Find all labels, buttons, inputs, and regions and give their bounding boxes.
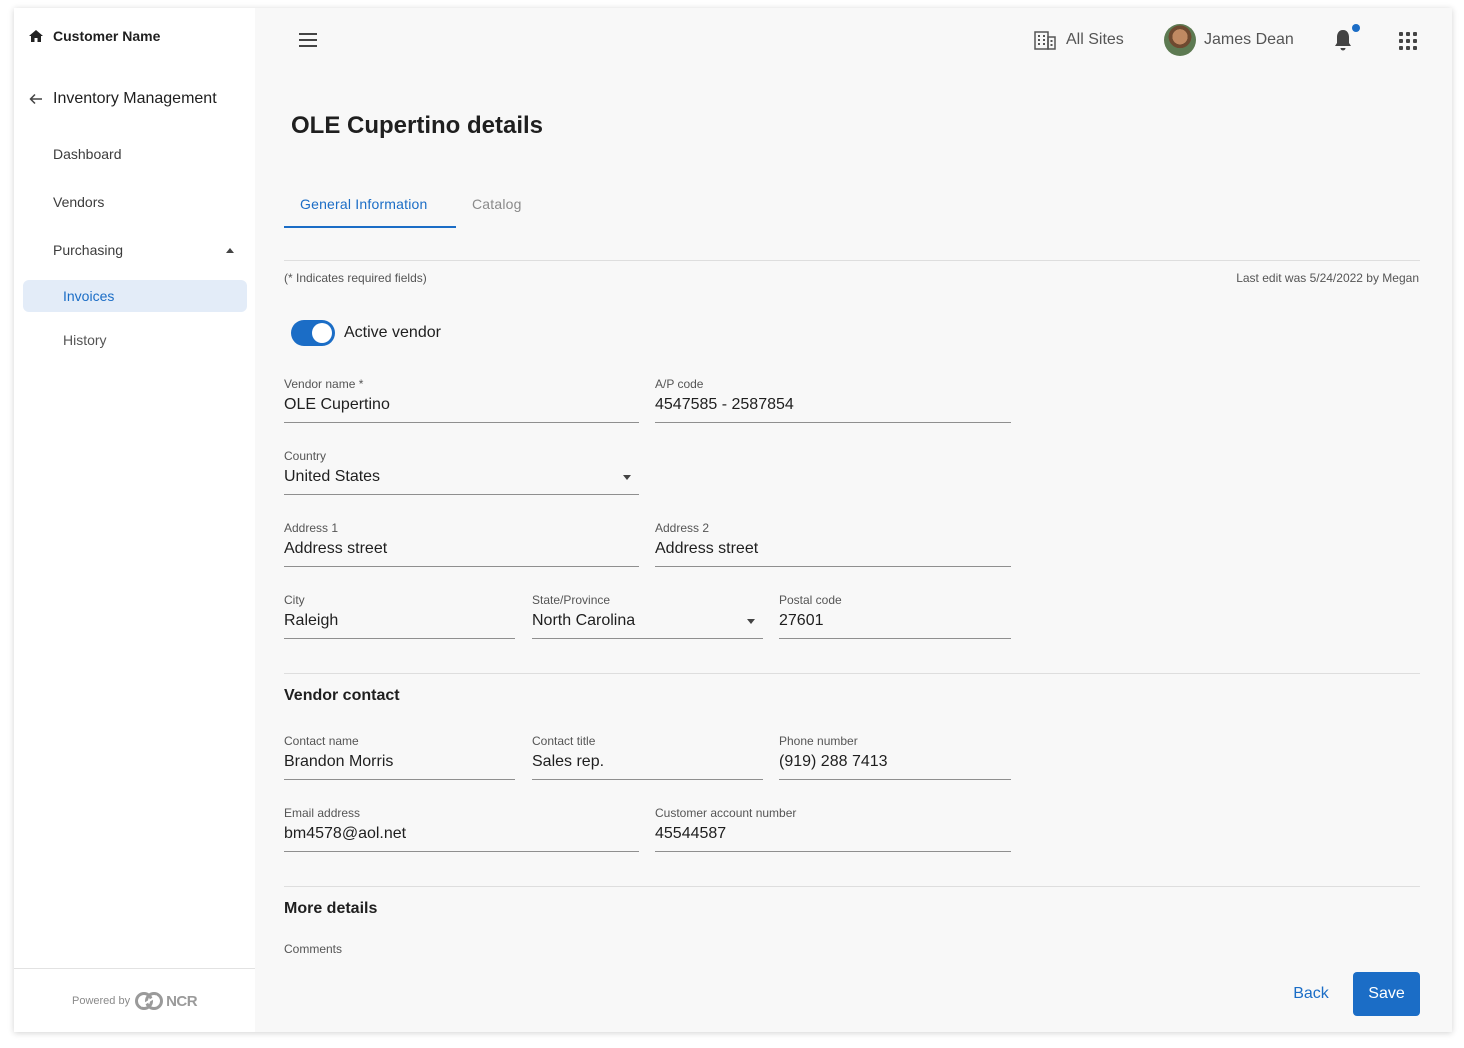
apps-grid-icon[interactable] (1399, 32, 1417, 50)
field-label: State/Province (532, 593, 611, 607)
field-value: OLE Cupertino (284, 396, 390, 413)
contact-name-field[interactable]: Contact name Brandon Morris (284, 734, 515, 780)
sidebar-item-label: Purchasing (53, 242, 124, 258)
chevron-down-icon (747, 619, 755, 624)
field-label: Postal code (779, 593, 842, 607)
field-label: Customer account number (655, 806, 797, 820)
ap-code-field[interactable]: A/P code 4547585 - 2587854 (655, 377, 1011, 423)
notification-bell-icon[interactable] (1332, 28, 1354, 52)
tab-general-information[interactable]: General Information (284, 184, 456, 228)
tab-label: General Information (300, 196, 428, 212)
field-label: Email address (284, 806, 361, 820)
chevron-up-icon (226, 247, 234, 253)
user-menu[interactable]: James Dean (1164, 24, 1294, 56)
divider (284, 886, 1420, 887)
ncr-logo-text: NCR (166, 992, 198, 1010)
field-value: Raleigh (284, 612, 339, 629)
back-button[interactable]: Back (1282, 972, 1340, 1016)
state-select[interactable]: State/Province North Carolina (532, 593, 763, 639)
vendor-contact-heading: Vendor contact (284, 687, 400, 704)
divider (284, 673, 1420, 674)
site-selector[interactable]: All Sites (1034, 30, 1124, 50)
field-value: Address street (655, 540, 759, 557)
field-label: Address 1 (284, 521, 339, 535)
comments-label: Comments (284, 942, 343, 954)
tab-catalog[interactable]: Catalog (472, 196, 522, 212)
postal-code-field[interactable]: Postal code 27601 (779, 593, 1011, 639)
sidebar-item-purchasing[interactable]: Purchasing (53, 240, 239, 260)
powered-by-label: Powered by (72, 995, 131, 1007)
sidebar-item-dashboard[interactable]: Dashboard (53, 146, 122, 162)
address1-field[interactable]: Address 1 Address street (284, 521, 639, 567)
sidebar: Customer Name Inventory Management Dashb… (14, 8, 255, 1032)
chevron-down-icon (623, 475, 631, 480)
field-value: bm4578@aol.net (284, 825, 407, 842)
field-value: Brandon Morris (284, 753, 394, 770)
active-vendor-label: Active vendor (344, 324, 441, 341)
field-value: (919) 288 7413 (779, 753, 888, 770)
home-icon (29, 30, 43, 42)
avatar (1164, 24, 1196, 56)
sidebar-item-vendors[interactable]: Vendors (53, 194, 104, 210)
module-title: Inventory Management (53, 90, 217, 107)
field-label: Country (284, 449, 327, 463)
field-value: 4547585 - 2587854 (655, 396, 794, 413)
customer-name: Customer Name (53, 28, 161, 44)
powered-by: Powered by NCR (72, 991, 198, 1011)
sidebar-footer: Powered by NCR (14, 968, 255, 1032)
field-value: Sales rep. (532, 753, 605, 770)
phone-number-field[interactable]: Phone number (919) 288 7413 (779, 734, 1011, 780)
sidebar-item-history[interactable]: History (63, 332, 107, 348)
city-field[interactable]: City Raleigh (284, 593, 515, 639)
field-label: Vendor name * (284, 377, 364, 391)
divider (284, 260, 1420, 261)
account-number-field[interactable]: Customer account number 45544587 (655, 806, 1011, 852)
ncr-logo-icon (135, 992, 164, 1010)
sidebar-item-invoices[interactable]: Invoices (23, 280, 247, 312)
field-value: 27601 (779, 612, 824, 629)
toggle-knob (312, 323, 332, 343)
field-value: North Carolina (532, 612, 636, 629)
contact-title-field[interactable]: Contact title Sales rep. (532, 734, 763, 780)
customer-header[interactable]: Customer Name (28, 26, 160, 46)
field-label: Address 2 (655, 521, 710, 535)
last-edit-info: Last edit was 5/24/2022 by Megan (1236, 271, 1419, 285)
field-value: United States (284, 468, 381, 485)
more-details-heading: More details (284, 900, 378, 917)
email-field[interactable]: Email address bm4578@aol.net (284, 806, 639, 852)
required-note: (* Indicates required fields) (284, 271, 427, 285)
country-select[interactable]: Country United States (284, 449, 639, 495)
field-label: City (284, 593, 305, 607)
vendor-name-field[interactable]: Vendor name * OLE Cupertino (284, 377, 639, 423)
field-label: Phone number (779, 734, 858, 748)
active-vendor-toggle[interactable] (291, 320, 335, 346)
save-button[interactable]: Save (1353, 972, 1420, 1016)
sites-label: All Sites (1066, 31, 1124, 48)
page-title: OLE Cupertino details (291, 112, 544, 139)
arrow-left-icon (29, 93, 42, 105)
app-window: Customer Name Inventory Management Dashb… (14, 8, 1452, 1032)
field-value: Address street (284, 540, 388, 557)
field-value: 45544587 (655, 825, 727, 842)
hamburger-menu-icon[interactable] (296, 30, 320, 50)
user-name: James Dean (1204, 31, 1294, 48)
field-label: A/P code (655, 377, 704, 391)
address2-field[interactable]: Address 2 Address street (655, 521, 1011, 567)
notification-badge (1352, 24, 1360, 32)
field-label: Contact title (532, 734, 596, 748)
module-back[interactable]: Inventory Management (28, 88, 217, 110)
field-label: Contact name (284, 734, 359, 748)
building-icon (1034, 31, 1056, 50)
sidebar-item-label: Invoices (63, 288, 115, 304)
